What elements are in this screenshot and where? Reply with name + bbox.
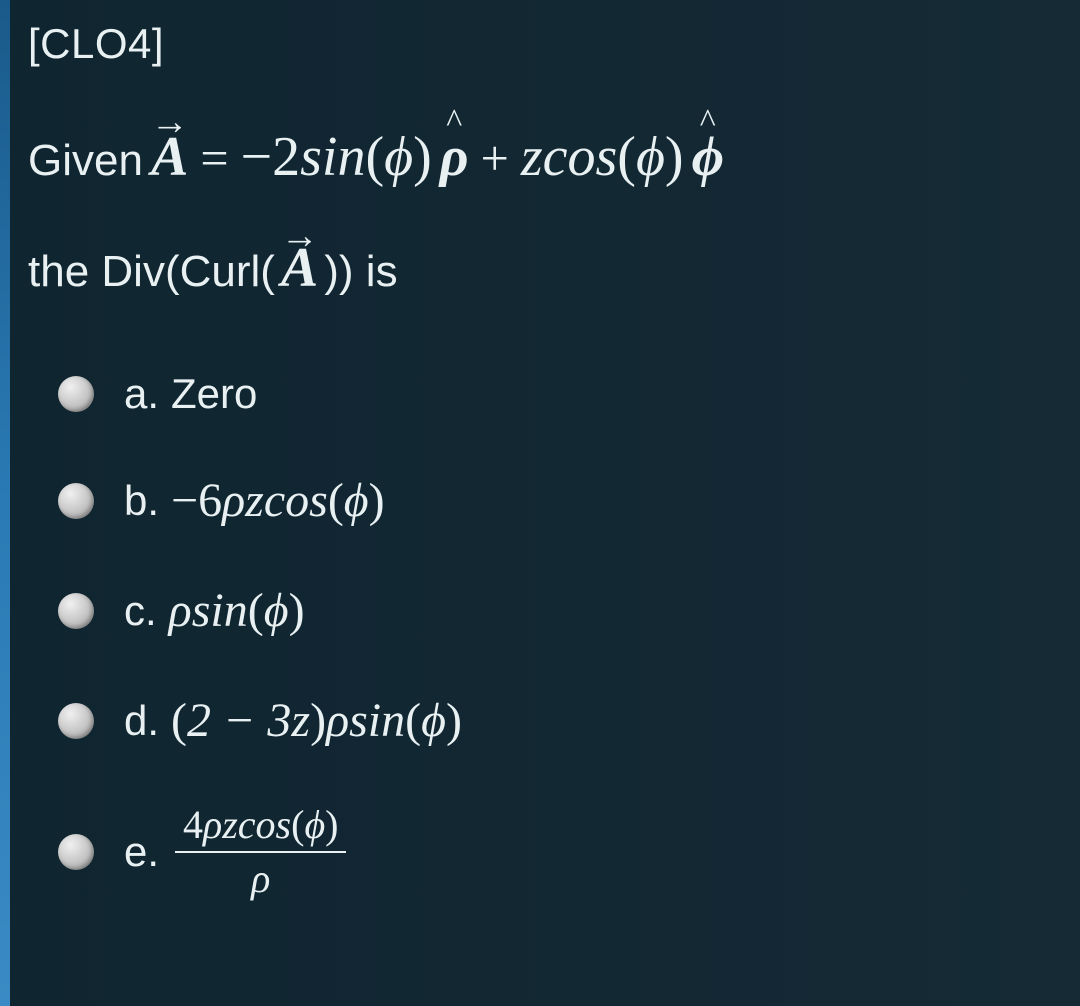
option-label: a. Zero: [124, 370, 257, 418]
var: z: [521, 126, 543, 188]
option-label: c. ρsin(ϕ): [124, 583, 305, 638]
plus-sign: +: [481, 123, 509, 193]
rho-hat: ^ ρ: [440, 118, 469, 196]
option-letter: b.: [124, 477, 159, 525]
arg: ϕ: [264, 583, 289, 638]
radio-icon[interactable]: [58, 703, 94, 739]
numerator: 4ρzcos(ϕ): [175, 803, 346, 853]
vector-a: → A: [151, 118, 188, 196]
func: cos: [238, 802, 291, 847]
question-tag: [CLO4]: [28, 20, 1050, 68]
radio-icon[interactable]: [58, 376, 94, 412]
given-text: Given: [28, 130, 143, 192]
func: sin: [349, 693, 405, 748]
option-label: e. 4ρzcos(ϕ) ρ: [124, 803, 346, 901]
option-label: d. (2 − 3z)ρsin(ϕ): [124, 693, 462, 748]
question-line-2: the Div(Curl( → A )) is: [28, 236, 1050, 300]
term2: zcos(ϕ): [521, 118, 684, 196]
vars: ρ: [326, 693, 349, 748]
radio-icon[interactable]: [58, 593, 94, 629]
arg: ϕ: [304, 802, 325, 847]
option-math: −6ρzcos(ϕ): [171, 473, 385, 528]
equals-sign: =: [200, 123, 228, 193]
coef: −2: [241, 126, 301, 188]
divcurl-suffix: )) is: [324, 247, 397, 297]
func: cos: [264, 473, 328, 528]
arg: ϕ: [344, 473, 369, 528]
option-letter: a.: [124, 370, 159, 418]
func: cos: [543, 126, 618, 188]
options-list: a. Zero b. −6ρzcos(ϕ) c. ρsin(ϕ) d. (2 −…: [58, 370, 1050, 901]
func: sin: [300, 126, 365, 188]
arg: ϕ: [421, 693, 446, 748]
vars: ρz: [203, 802, 238, 847]
divcurl-prefix: the Div(Curl(: [28, 247, 275, 297]
question-line-1: Given → A = −2sin(ϕ) ^ ρ + zcos(ϕ) ^ ϕ: [28, 118, 1050, 196]
option-letter: d.: [124, 697, 159, 745]
hat-icon: ^: [446, 98, 462, 146]
term1: −2sin(ϕ): [241, 118, 432, 196]
option-label: b. −6ρzcos(ϕ): [124, 473, 385, 528]
vars: ρz: [222, 473, 264, 528]
hat-icon: ^: [700, 98, 716, 146]
option-math: ρsin(ϕ): [169, 583, 305, 638]
option-text: Zero: [171, 370, 257, 418]
option-c[interactable]: c. ρsin(ϕ): [58, 583, 1050, 638]
option-b[interactable]: b. −6ρzcos(ϕ): [58, 473, 1050, 528]
vector-arrow-icon: →: [281, 214, 319, 258]
paren-inner: 2 − 3z: [187, 693, 310, 748]
radio-icon[interactable]: [58, 834, 94, 870]
option-a[interactable]: a. Zero: [58, 370, 1050, 418]
option-d[interactable]: d. (2 − 3z)ρsin(ϕ): [58, 693, 1050, 748]
option-e[interactable]: e. 4ρzcos(ϕ) ρ: [58, 803, 1050, 901]
option-letter: e.: [124, 828, 159, 876]
func: sin: [192, 583, 248, 638]
arg: ϕ: [636, 126, 665, 188]
radio-icon[interactable]: [58, 483, 94, 519]
phi-hat: ^ ϕ: [692, 118, 724, 196]
fraction: 4ρzcos(ϕ) ρ: [175, 803, 346, 901]
option-math: (2 − 3z)ρsin(ϕ): [171, 693, 462, 748]
arg: ϕ: [384, 126, 413, 188]
coef: 4: [183, 802, 203, 847]
vector-arrow-icon: →: [151, 96, 189, 149]
vars: ρ: [169, 583, 192, 638]
denominator: ρ: [251, 853, 270, 901]
option-letter: c.: [124, 587, 157, 635]
coef: −6: [171, 473, 222, 528]
vector-a-2: → A: [281, 236, 318, 300]
